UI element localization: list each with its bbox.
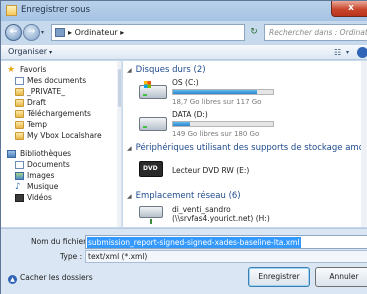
folder-icon [15,110,24,118]
sidebar-item-label: Musique [27,182,59,191]
group-label: Disques durs (2) [135,65,206,75]
documents-icon [15,161,24,169]
search-placeholder: Rechercher dans : Ordinateur [269,28,367,37]
content-scrollbar[interactable] [361,61,367,227]
sidebar-item-label: Mes documents [27,76,87,85]
refresh-icon[interactable]: ↻ [247,24,261,41]
recent-locations-dropdown[interactable]: ▾ [41,29,44,36]
save-as-dialog: Enregistrer sous x ← → ▾ ▸ Ordinateur ▸ … [0,0,367,294]
sidebar-item-label: Images [27,171,55,180]
collapse-up-icon: ▲ [8,275,17,284]
close-button[interactable]: x [331,1,367,17]
collapse-icon[interactable]: ◢ [127,193,132,200]
file-list: ◢ Disques durs (2) OS (C:) 18,7 Go libres… [123,61,367,227]
chevron-down-icon[interactable]: ▾ [346,49,349,56]
title-bar[interactable]: Enregistrer sous x [1,1,367,21]
music-icon: ♪ [15,182,21,192]
filename-value[interactable]: submission_report-signed-signed-xades-ba… [87,237,301,248]
view-options-icon[interactable]: ☷ [334,48,341,57]
group-header-network[interactable]: ◢ Emplacement réseau (6) [127,191,241,202]
libraries-icon [7,150,16,158]
hide-folders-label: Cacher les dossiers [20,273,93,282]
organize-label: Organiser [8,47,48,56]
folder-icon [15,99,24,107]
drive-usage-bar [172,121,274,127]
navigation-pane: ★ Favoris Mes documents _PRIVATE_ Draft … [1,61,122,227]
navigation-bar: ← → ▾ ▸ Ordinateur ▸ ▾ ↻ Rechercher dans… [1,21,367,43]
group-label: Périphériques utilisant des supports de … [135,143,367,153]
chevron-down-icon: ▾ [49,49,53,56]
videos-icon [15,194,24,202]
address-bar[interactable]: ▸ Ordinateur ▸ ▾ [51,24,289,41]
filetype-label: Type : [60,252,83,261]
computer-icon [55,28,65,37]
drive-item-dvd[interactable]: Lecteur DVD RW (E:) [139,157,359,193]
star-icon: ★ [7,65,16,75]
folder-icon [15,121,24,129]
drive-name: di_venti_sandro [172,205,231,214]
cancel-button[interactable]: Annuler [315,267,367,287]
filetype-select[interactable]: text/xml (*.xml) [85,250,367,263]
drive-usage-fill [173,122,190,126]
sidebar-item-label: Temp [27,120,47,129]
filetype-value: text/xml (*.xml) [88,252,148,261]
documents-icon [15,77,24,85]
back-button[interactable]: ← [5,24,22,41]
hard-drive-icon [139,81,167,99]
sidebar-item-label: Documents [27,160,70,169]
group-label: Emplacement réseau (6) [135,191,241,201]
sidebar-scrollbar-thumb[interactable] [118,69,121,107]
folder-icon [6,5,17,16]
sidebar-item-label: My Vbox Localshare [27,131,102,140]
hide-folders-button[interactable]: ▲ Cacher les dossiers [8,273,93,284]
sidebar-item-label: Téléchargements [27,109,91,118]
dvd-drive-icon [139,161,163,177]
group-header-removable[interactable]: ◢ Périphériques utilisant des supports de… [127,143,367,154]
group-header-hard-drives[interactable]: ◢ Disques durs (2) [127,65,206,76]
forward-button[interactable]: → [23,24,40,41]
drive-item-d[interactable]: DATA (D:) 149 Go libres sur 180 Go [139,109,359,145]
drive-path: (\\srvfas4.yourict.net) (H:) [172,214,270,223]
collapse-icon[interactable]: ◢ [127,67,132,74]
network-drive-item[interactable]: di_venti_sandro (\\srvfas4.yourict.net) … [139,204,359,227]
sidebar-item-label: Draft [27,98,46,107]
sidebar-item-label: Vidéos [27,193,52,202]
breadcrumb-separator: ▸ [117,28,125,37]
network-drive-icon [139,206,163,224]
collapse-icon[interactable]: ◢ [127,145,132,152]
drive-free-space: 18,7 Go libres sur 117 Go [172,98,262,106]
breadcrumb[interactable]: ▸ Ordinateur ▸ [68,28,124,37]
images-icon [15,172,24,180]
sidebar-item-label: Bibliothèques [20,149,72,158]
save-button[interactable]: Enregistrer [248,267,310,287]
dialog-footer: Nom du fichier : submission_report-signe… [1,228,367,294]
window-title: Enregistrer sous [21,5,90,15]
folder-icon [15,88,24,96]
command-toolbar: Organiser ▾ ☷ ▾ [1,44,367,60]
drive-name: Lecteur DVD RW (E:) [172,166,250,175]
folder-icon [15,132,24,140]
sidebar-item-label: _PRIVATE_ [27,87,65,96]
drive-name: DATA (D:) [172,110,208,119]
filename-input[interactable]: submission_report-signed-signed-xades-ba… [85,235,367,249]
hard-drive-icon [139,117,167,131]
organize-button[interactable]: Organiser ▾ [8,47,52,56]
help-icon[interactable] [357,47,367,58]
drive-item-c[interactable]: OS (C:) 18,7 Go libres sur 117 Go [139,77,359,113]
drive-usage-bar [172,89,274,95]
drive-free-space: 149 Go libres sur 180 Go [172,130,260,138]
drive-usage-fill [173,90,257,94]
search-input[interactable]: Rechercher dans : Ordinateur [264,24,367,41]
drive-name: OS (C:) [172,78,199,87]
breadcrumb-item[interactable]: Ordinateur [75,28,118,37]
sidebar-item-label: Favoris [20,65,47,74]
filename-label: Nom du fichier : [31,237,92,246]
